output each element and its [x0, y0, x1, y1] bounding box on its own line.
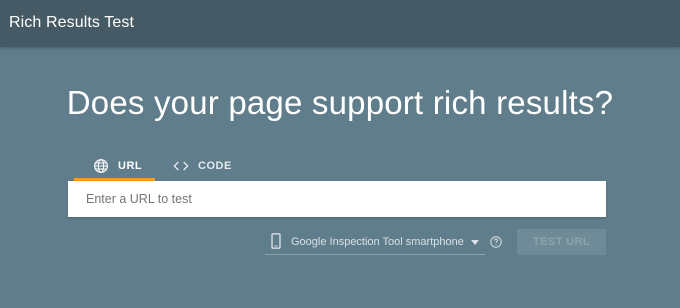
device-select-value: Google Inspection Tool smartphone: [291, 236, 464, 248]
page-headline: Does your page support rich results?: [66, 84, 614, 121]
device-select[interactable]: Google Inspection Tool smartphone: [265, 230, 485, 255]
test-url-button[interactable]: TEST URL: [517, 229, 606, 255]
help-icon[interactable]: [490, 236, 502, 248]
globe-icon: [94, 158, 108, 173]
code-icon: [173, 161, 189, 170]
chevron-down-icon: [471, 240, 479, 245]
tab-code-label: CODE: [198, 159, 232, 172]
smartphone-icon: [271, 233, 281, 249]
tab-url-label: URL: [118, 159, 143, 172]
top-app-bar: Rich Results Test: [0, 0, 680, 47]
app-title: Rich Results Test: [9, 14, 135, 31]
url-input[interactable]: [68, 181, 606, 217]
tab-code[interactable]: CODE: [173, 150, 243, 181]
tab-url[interactable]: URL: [74, 150, 155, 181]
